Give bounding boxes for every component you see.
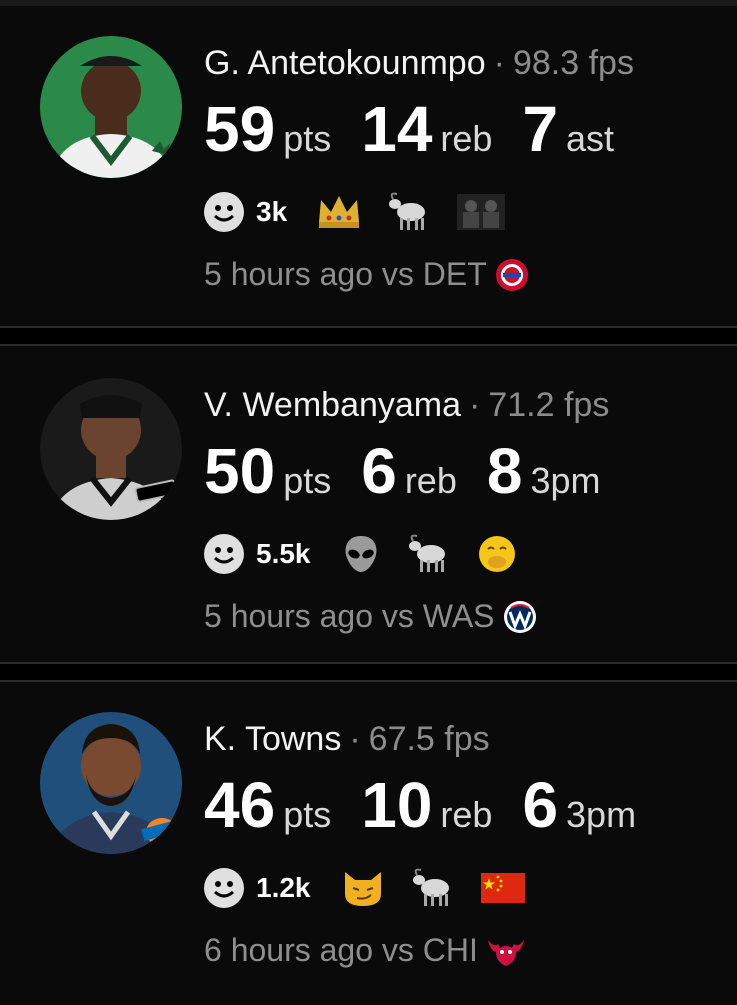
stat-value: 46 [204, 769, 276, 841]
stat-line: 50 pts 6 reb 8 3pm [204, 434, 630, 508]
wizards-logo-icon [503, 600, 537, 634]
goat-memes-icon[interactable] [457, 194, 506, 230]
smiley-icon[interactable] [204, 192, 244, 232]
reaction-count[interactable]: 1.2k [256, 872, 311, 904]
stat-unit: 3pm [530, 460, 601, 501]
player-card-towns[interactable]: K. Towns · 67.5 fps 46 pts 10 reb 6 3pm 1.2k 6 … [0, 682, 737, 1005]
card-divider [0, 662, 737, 682]
player-title: V. Wembanyama · 71.2 fps [204, 386, 609, 425]
goat-icon[interactable] [411, 868, 455, 908]
alien-icon[interactable] [341, 534, 381, 574]
reactions-row: 1.2k [204, 866, 551, 910]
stat-line: 59 pts 14 reb 7 ast [204, 92, 644, 166]
player-card-wembanyama[interactable]: V. Wembanyama · 71.2 fps 50 pts 6 reb 8 3pm 5.5… [0, 346, 737, 662]
stat-unit: pts [283, 460, 332, 501]
reactions-row: 3k [204, 190, 531, 234]
reaction-count[interactable]: 3k [256, 196, 287, 228]
stat-value: 6 [361, 435, 397, 507]
reaction-count[interactable]: 5.5k [256, 538, 311, 570]
player-card-antetokounmpo[interactable]: G. Antetokounmpo · 98.3 fps 59 pts 14 reb 7 ast… [0, 6, 737, 326]
smirk-cat-icon[interactable] [341, 868, 385, 908]
stat-unit: ast [566, 118, 615, 159]
stat-value: 7 [522, 93, 559, 165]
stat-value: 50 [204, 435, 276, 507]
stat-value: 59 [204, 93, 276, 165]
stat-unit: pts [283, 118, 332, 159]
player-name[interactable]: G. Antetokounmpo [204, 44, 486, 82]
game-time: 5 hours ago vs WAS [204, 598, 495, 634]
game-info: 5 hours ago vs WAS [204, 598, 537, 635]
player-name[interactable]: V. Wembanyama [204, 386, 461, 424]
stat-unit: reb [440, 118, 493, 159]
stat-unit: reb [440, 794, 493, 835]
player-avatar [40, 712, 182, 854]
separator-dot: · [469, 386, 481, 424]
face-hand-over-mouth-icon[interactable] [477, 534, 517, 574]
separator-dot: · [349, 720, 361, 758]
player-title: K. Towns · 67.5 fps [204, 720, 490, 759]
smiley-icon[interactable] [204, 534, 244, 574]
stat-value: 14 [361, 93, 433, 165]
fantasy-points: 67.5 fps [368, 720, 490, 758]
game-info: 5 hours ago vs DET [204, 256, 529, 293]
fantasy-points: 71.2 fps [488, 386, 610, 424]
card-divider [0, 326, 737, 346]
stat-unit: pts [283, 794, 332, 835]
goat-icon[interactable] [387, 192, 431, 232]
pistons-logo-icon [495, 258, 529, 292]
stat-value: 8 [486, 435, 523, 507]
goat-icon[interactable] [407, 534, 451, 574]
separator-dot: · [493, 44, 505, 82]
crown-icon[interactable] [317, 194, 361, 230]
player-avatar [40, 36, 182, 178]
game-info: 6 hours ago vs CHI [204, 932, 526, 969]
reactions-row: 5.5k [204, 532, 543, 576]
stat-line: 46 pts 10 reb 6 3pm [204, 768, 666, 842]
stat-value: 10 [361, 769, 433, 841]
player-avatar [40, 378, 182, 520]
smiley-icon[interactable] [204, 868, 244, 908]
fantasy-points: 98.3 fps [512, 44, 634, 82]
game-time: 6 hours ago vs CHI [204, 932, 478, 968]
stat-unit: 3pm [566, 794, 637, 835]
stat-value: 6 [522, 769, 559, 841]
china-flag-icon[interactable] [480, 873, 525, 903]
game-time: 5 hours ago vs DET [204, 256, 487, 292]
stat-unit: reb [404, 460, 457, 501]
bulls-logo-icon [486, 934, 526, 968]
player-name[interactable]: K. Towns [204, 720, 341, 758]
player-title: G. Antetokounmpo · 98.3 fps [204, 44, 634, 83]
